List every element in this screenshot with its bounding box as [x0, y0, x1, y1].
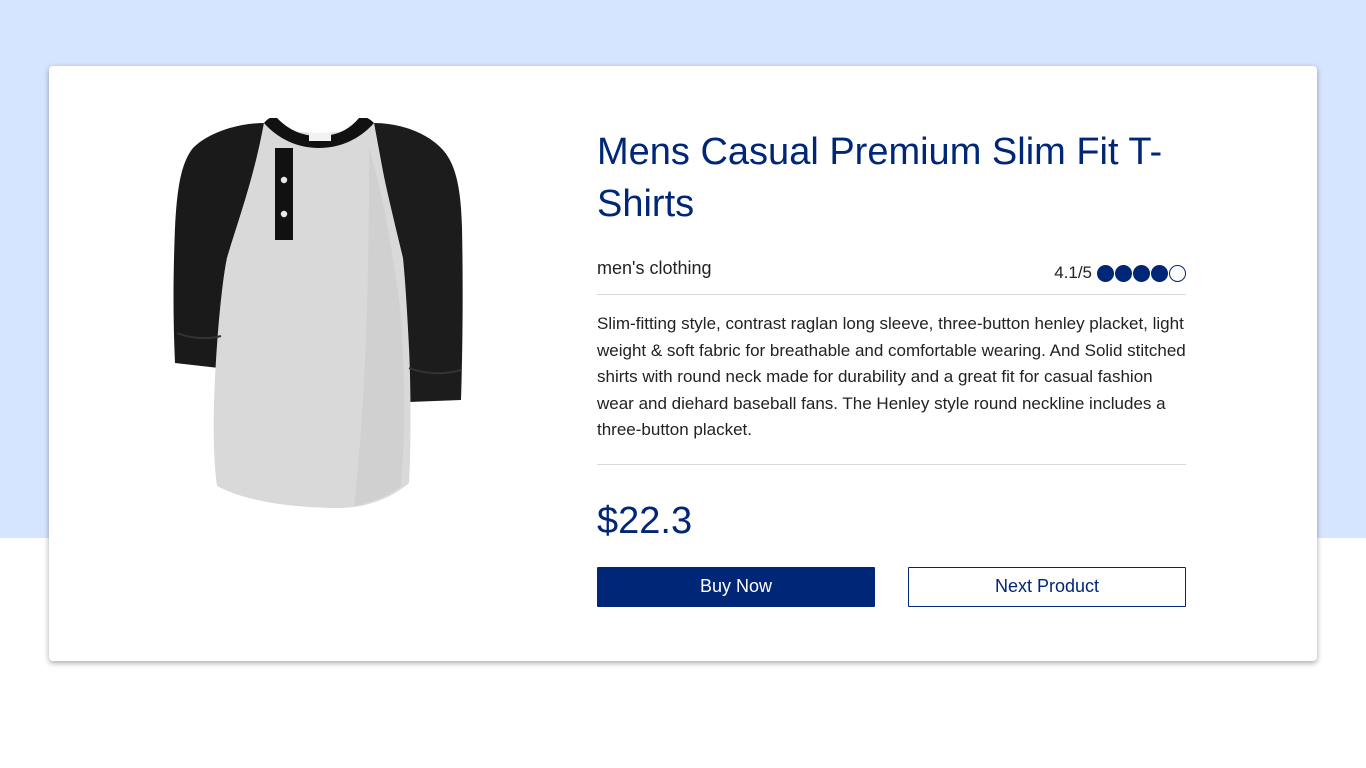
rating-dot-filled-icon [1133, 264, 1150, 282]
rating-dot-filled-icon [1115, 264, 1132, 282]
product-meta: men's clothing 4.1/5 [597, 258, 1186, 295]
product-card: Mens Casual Premium Slim Fit T-Shirts me… [49, 66, 1317, 661]
next-product-button[interactable]: Next Product [908, 566, 1186, 607]
buy-now-button[interactable]: Buy Now [597, 566, 875, 607]
product-rating: 4.1/5 [1054, 263, 1186, 283]
product-price: $22.3 [597, 499, 693, 542]
rating-dot-empty-icon [1169, 264, 1186, 282]
rating-value: 4.1/5 [1054, 263, 1092, 282]
product-image [173, 118, 463, 508]
rating-dot-filled-icon [1151, 264, 1168, 282]
product-title: Mens Casual Premium Slim Fit T-Shirts [597, 131, 1163, 225]
product-actions: Buy Now Next Product [597, 566, 1186, 607]
product-description: Slim-fitting style, contrast raglan long… [597, 295, 1186, 465]
product-category: men's clothing [597, 258, 712, 278]
product-info: Mens Casual Premium Slim Fit T-Shirts me… [597, 126, 1186, 607]
rating-dot-filled-icon [1097, 264, 1114, 282]
